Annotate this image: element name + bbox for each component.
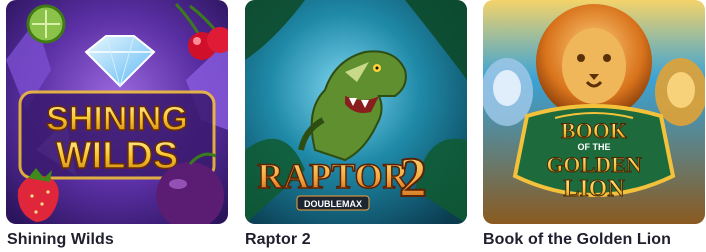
logo-text-golden: GOLDEN [546, 152, 641, 177]
logo-text-doublemax: DOUBLEMAX [304, 199, 362, 209]
game-thumbnail-shining-wilds[interactable]: SHINING WILDS [6, 0, 228, 224]
logo-text-raptor: RAPTOR [257, 156, 409, 196]
logo-text-of-the: OF THE [578, 142, 611, 152]
logo-text-line-1: SHINING [46, 100, 188, 138]
logo-text-lion: LION [563, 176, 625, 202]
logo-text-line-2: WILDS [56, 135, 178, 177]
game-title[interactable]: Book of the Golden Lion [483, 229, 671, 251]
logo-text-book: BOOK [561, 118, 627, 143]
game-title[interactable]: Raptor 2 [245, 229, 311, 251]
lime-icon [26, 4, 66, 44]
logo-text-2: 2 [399, 147, 427, 209]
game-thumbnail-book-of-the-golden-lion[interactable]: BOOK OF THE GOLDEN LION [483, 0, 705, 224]
game-title[interactable]: Shining Wilds [7, 229, 114, 251]
lion-icon [536, 4, 652, 120]
game-thumbnail-raptor-2[interactable]: RAPTOR 2 DOUBLEMAX [245, 0, 467, 224]
